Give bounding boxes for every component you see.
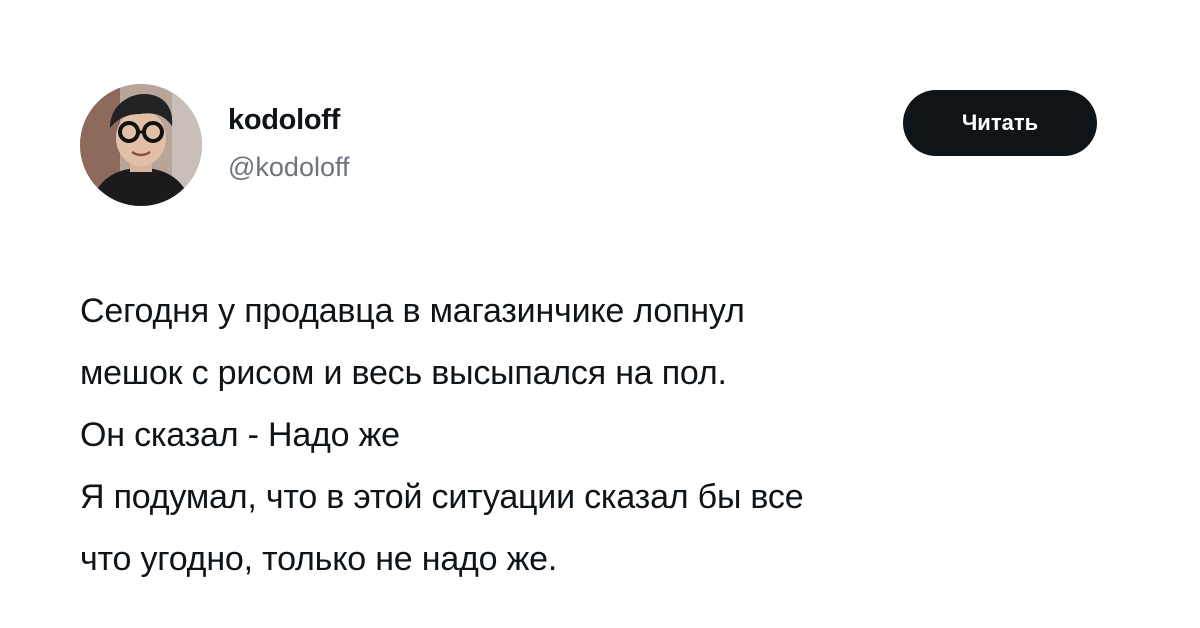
author-display-name[interactable]: kodoloff bbox=[228, 104, 340, 137]
tweet-line: Сегодня у продавца в магазинчике лопнул bbox=[80, 292, 745, 330]
tweet-line: Он сказал - Надо же bbox=[80, 416, 400, 454]
avatar[interactable] bbox=[80, 84, 202, 206]
author-handle[interactable]: @kodoloff bbox=[228, 152, 350, 183]
tweet-line: Я подумал, что в этой ситуации сказал бы… bbox=[80, 478, 804, 516]
follow-button[interactable]: Читать bbox=[903, 90, 1097, 156]
tweet-line: что угодно, только не надо же. bbox=[80, 540, 558, 578]
tweet-text: Сегодня у продавца в магазинчике лопнул … bbox=[80, 280, 1140, 590]
tweet-card: kodoloff @kodoloff Читать Сегодня у прод… bbox=[0, 0, 1200, 628]
avatar-photo-icon bbox=[80, 84, 202, 206]
tweet-line: мешок с рисом и весь высыпался на пол. bbox=[80, 354, 727, 392]
